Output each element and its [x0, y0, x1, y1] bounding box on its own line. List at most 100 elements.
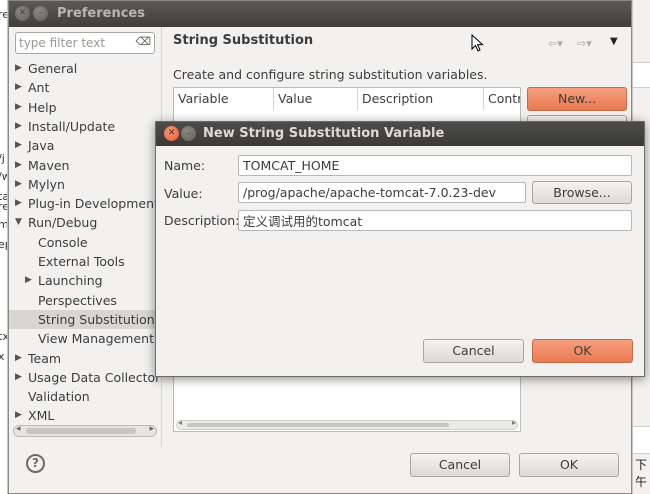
close-icon[interactable]: ✕	[164, 126, 179, 141]
table-horizontal-scrollbar[interactable]: ◂ ▸	[176, 418, 518, 430]
name-field[interactable]	[238, 155, 632, 176]
preferences-tree: ▶ General ▶ Ant ▶ Help ▶ Install/Update ▶ Java ▶ Ma…	[9, 59, 161, 423]
tree-collapsed-icon[interactable]: ▶	[15, 59, 22, 78]
column-header-description[interactable]: Description	[358, 88, 484, 110]
column-header-contributed[interactable]: Contr	[484, 88, 520, 110]
tree-item-usage-data-collector[interactable]: ▶ Usage Data Collector	[9, 368, 161, 387]
background-text-fragment: re	[0, 8, 7, 21]
tree-item-java[interactable]: ▶ Java	[9, 136, 161, 155]
scrollbar-thumb[interactable]	[187, 423, 449, 427]
tree-item-label: Run/Debug	[28, 215, 98, 231]
tree-collapsed-icon[interactable]: ▶	[15, 406, 22, 423]
background-text-fragment: re	[0, 200, 7, 213]
tree-item-label: Maven	[28, 157, 70, 173]
tree-item-plug-in-development[interactable]: ▶ Plug-in Development	[9, 194, 161, 213]
tree-item-label: View Management	[38, 331, 154, 347]
tree-item-label: Help	[28, 99, 57, 115]
tree-item-string-substitution[interactable]: String Substitution	[9, 309, 161, 329]
tree-collapsed-icon[interactable]: ▶	[15, 136, 22, 155]
preferences-cancel-button[interactable]: Cancel	[410, 453, 510, 477]
new-variable-dialog: ✕ – New String Substitution Variable Nam…	[155, 121, 645, 377]
page-description: Create and configure string substitution…	[173, 67, 488, 82]
tree-item-team[interactable]: ▶ Team	[9, 349, 161, 368]
scroll-right-icon[interactable]: ▸	[149, 424, 154, 434]
tree-item-maven[interactable]: ▶ Maven	[9, 156, 161, 175]
tree-item-general[interactable]: ▶ General	[9, 59, 161, 78]
dialog-title: New String Substitution Variable	[203, 126, 445, 141]
tree-item-install-update[interactable]: ▶ Install/Update	[9, 117, 161, 136]
mouse-pointer-icon	[471, 34, 484, 52]
tree-item-label: Team	[28, 350, 62, 366]
tree-item-xml[interactable]: ▶ XML	[9, 406, 161, 423]
minimize-icon[interactable]: –	[181, 126, 196, 141]
tree-item-label: Validation	[28, 389, 90, 405]
tree-item-label: Mylyn	[28, 176, 65, 192]
clear-filter-icon[interactable]: ⌫	[135, 35, 151, 48]
tree-item-label: Console	[38, 234, 88, 250]
page-title: String Substitution	[173, 33, 314, 48]
tree-item-view-management[interactable]: View Management	[9, 329, 161, 348]
description-field[interactable]	[238, 210, 632, 231]
tree-expanded-icon[interactable]: ▼	[15, 213, 22, 232]
view-menu-icon[interactable]: ▼	[610, 36, 618, 47]
tree-item-ant[interactable]: ▶ Ant	[9, 78, 161, 97]
tree-item-label: Plug-in Development	[28, 196, 159, 212]
background-text-fragment: /w	[0, 170, 7, 183]
new-variable-button[interactable]: New...	[527, 87, 627, 111]
background-text-fragment: ep	[0, 238, 7, 251]
preferences-ok-button[interactable]: OK	[519, 453, 619, 477]
tree-collapsed-icon[interactable]: ▶	[15, 368, 22, 387]
tree-item-label: String Substitution	[38, 311, 155, 327]
tree-collapsed-icon[interactable]: ▶	[15, 156, 22, 175]
back-arrow-icon[interactable]: ⇦▾	[548, 37, 563, 50]
background-text-fragment: tx	[0, 330, 7, 343]
preferences-titlebar[interactable]: ✕ – Preferences	[9, 1, 631, 27]
tree-item-label: Perspectives	[38, 292, 117, 308]
scrollbar-thumb[interactable]	[26, 428, 136, 434]
tree-item-label: Usage Data Collector	[28, 369, 161, 385]
tree-item-label: Install/Update	[28, 118, 116, 134]
tree-item-label: XML	[28, 408, 55, 423]
tree-collapsed-icon[interactable]: ▶	[15, 349, 22, 368]
tree-item-mylyn[interactable]: ▶ Mylyn	[9, 175, 161, 194]
scroll-left-icon[interactable]: ◂	[178, 418, 182, 427]
tree-item-help[interactable]: ▶ Help	[9, 98, 161, 117]
help-icon[interactable]: ?	[26, 454, 45, 473]
tree-item-perspectives[interactable]: Perspectives	[9, 291, 161, 310]
column-header-value[interactable]: Value	[274, 88, 358, 110]
filter-input[interactable]	[19, 35, 133, 51]
background-window-left: re/j/witaremeptxx	[0, 0, 8, 494]
minimize-icon[interactable]: –	[33, 6, 48, 21]
tree-collapsed-icon[interactable]: ▶	[15, 98, 22, 117]
tree-collapsed-icon[interactable]: ▶	[25, 271, 32, 290]
dialog-titlebar[interactable]: ✕ – New String Substitution Variable	[156, 122, 644, 146]
background-text-fragment: x	[0, 350, 5, 363]
tree-collapsed-icon[interactable]: ▶	[15, 78, 22, 97]
column-header-variable[interactable]: Variable	[174, 88, 274, 110]
window-title: Preferences	[57, 6, 145, 21]
tree-horizontal-scrollbar[interactable]: ◂ ▸	[13, 424, 157, 437]
value-field[interactable]	[238, 182, 526, 203]
tree-collapsed-icon[interactable]: ▶	[15, 117, 22, 136]
browse-button[interactable]: Browse...	[532, 181, 632, 204]
close-icon[interactable]: ✕	[15, 6, 30, 21]
tree-item-launching[interactable]: ▶ Launching	[9, 271, 161, 290]
tree-item-label: Launching	[38, 273, 103, 289]
tree-item-label: Ant	[28, 80, 50, 96]
dialog-ok-button[interactable]: OK	[532, 339, 633, 363]
tree-item-run-debug[interactable]: ▼ Run/Debug	[9, 213, 161, 232]
filter-field[interactable]: ⌫	[15, 32, 155, 54]
tree-item-label: General	[28, 61, 78, 76]
name-label: Name:	[164, 158, 206, 173]
value-label: Value:	[164, 186, 203, 201]
tree-item-external-tools[interactable]: External Tools	[9, 252, 161, 271]
dialog-cancel-button[interactable]: Cancel	[423, 339, 524, 363]
scroll-right-icon[interactable]: ▸	[512, 418, 516, 427]
tree-item-console[interactable]: Console	[9, 233, 161, 252]
scroll-left-icon[interactable]: ◂	[16, 424, 21, 434]
tree-collapsed-icon[interactable]: ▶	[15, 194, 22, 213]
tree-collapsed-icon[interactable]: ▶	[15, 175, 22, 194]
forward-arrow-icon[interactable]: ⇨▾	[577, 37, 592, 50]
tree-item-validation[interactable]: Validation	[9, 387, 161, 406]
tree-item-label: Java	[28, 138, 55, 154]
